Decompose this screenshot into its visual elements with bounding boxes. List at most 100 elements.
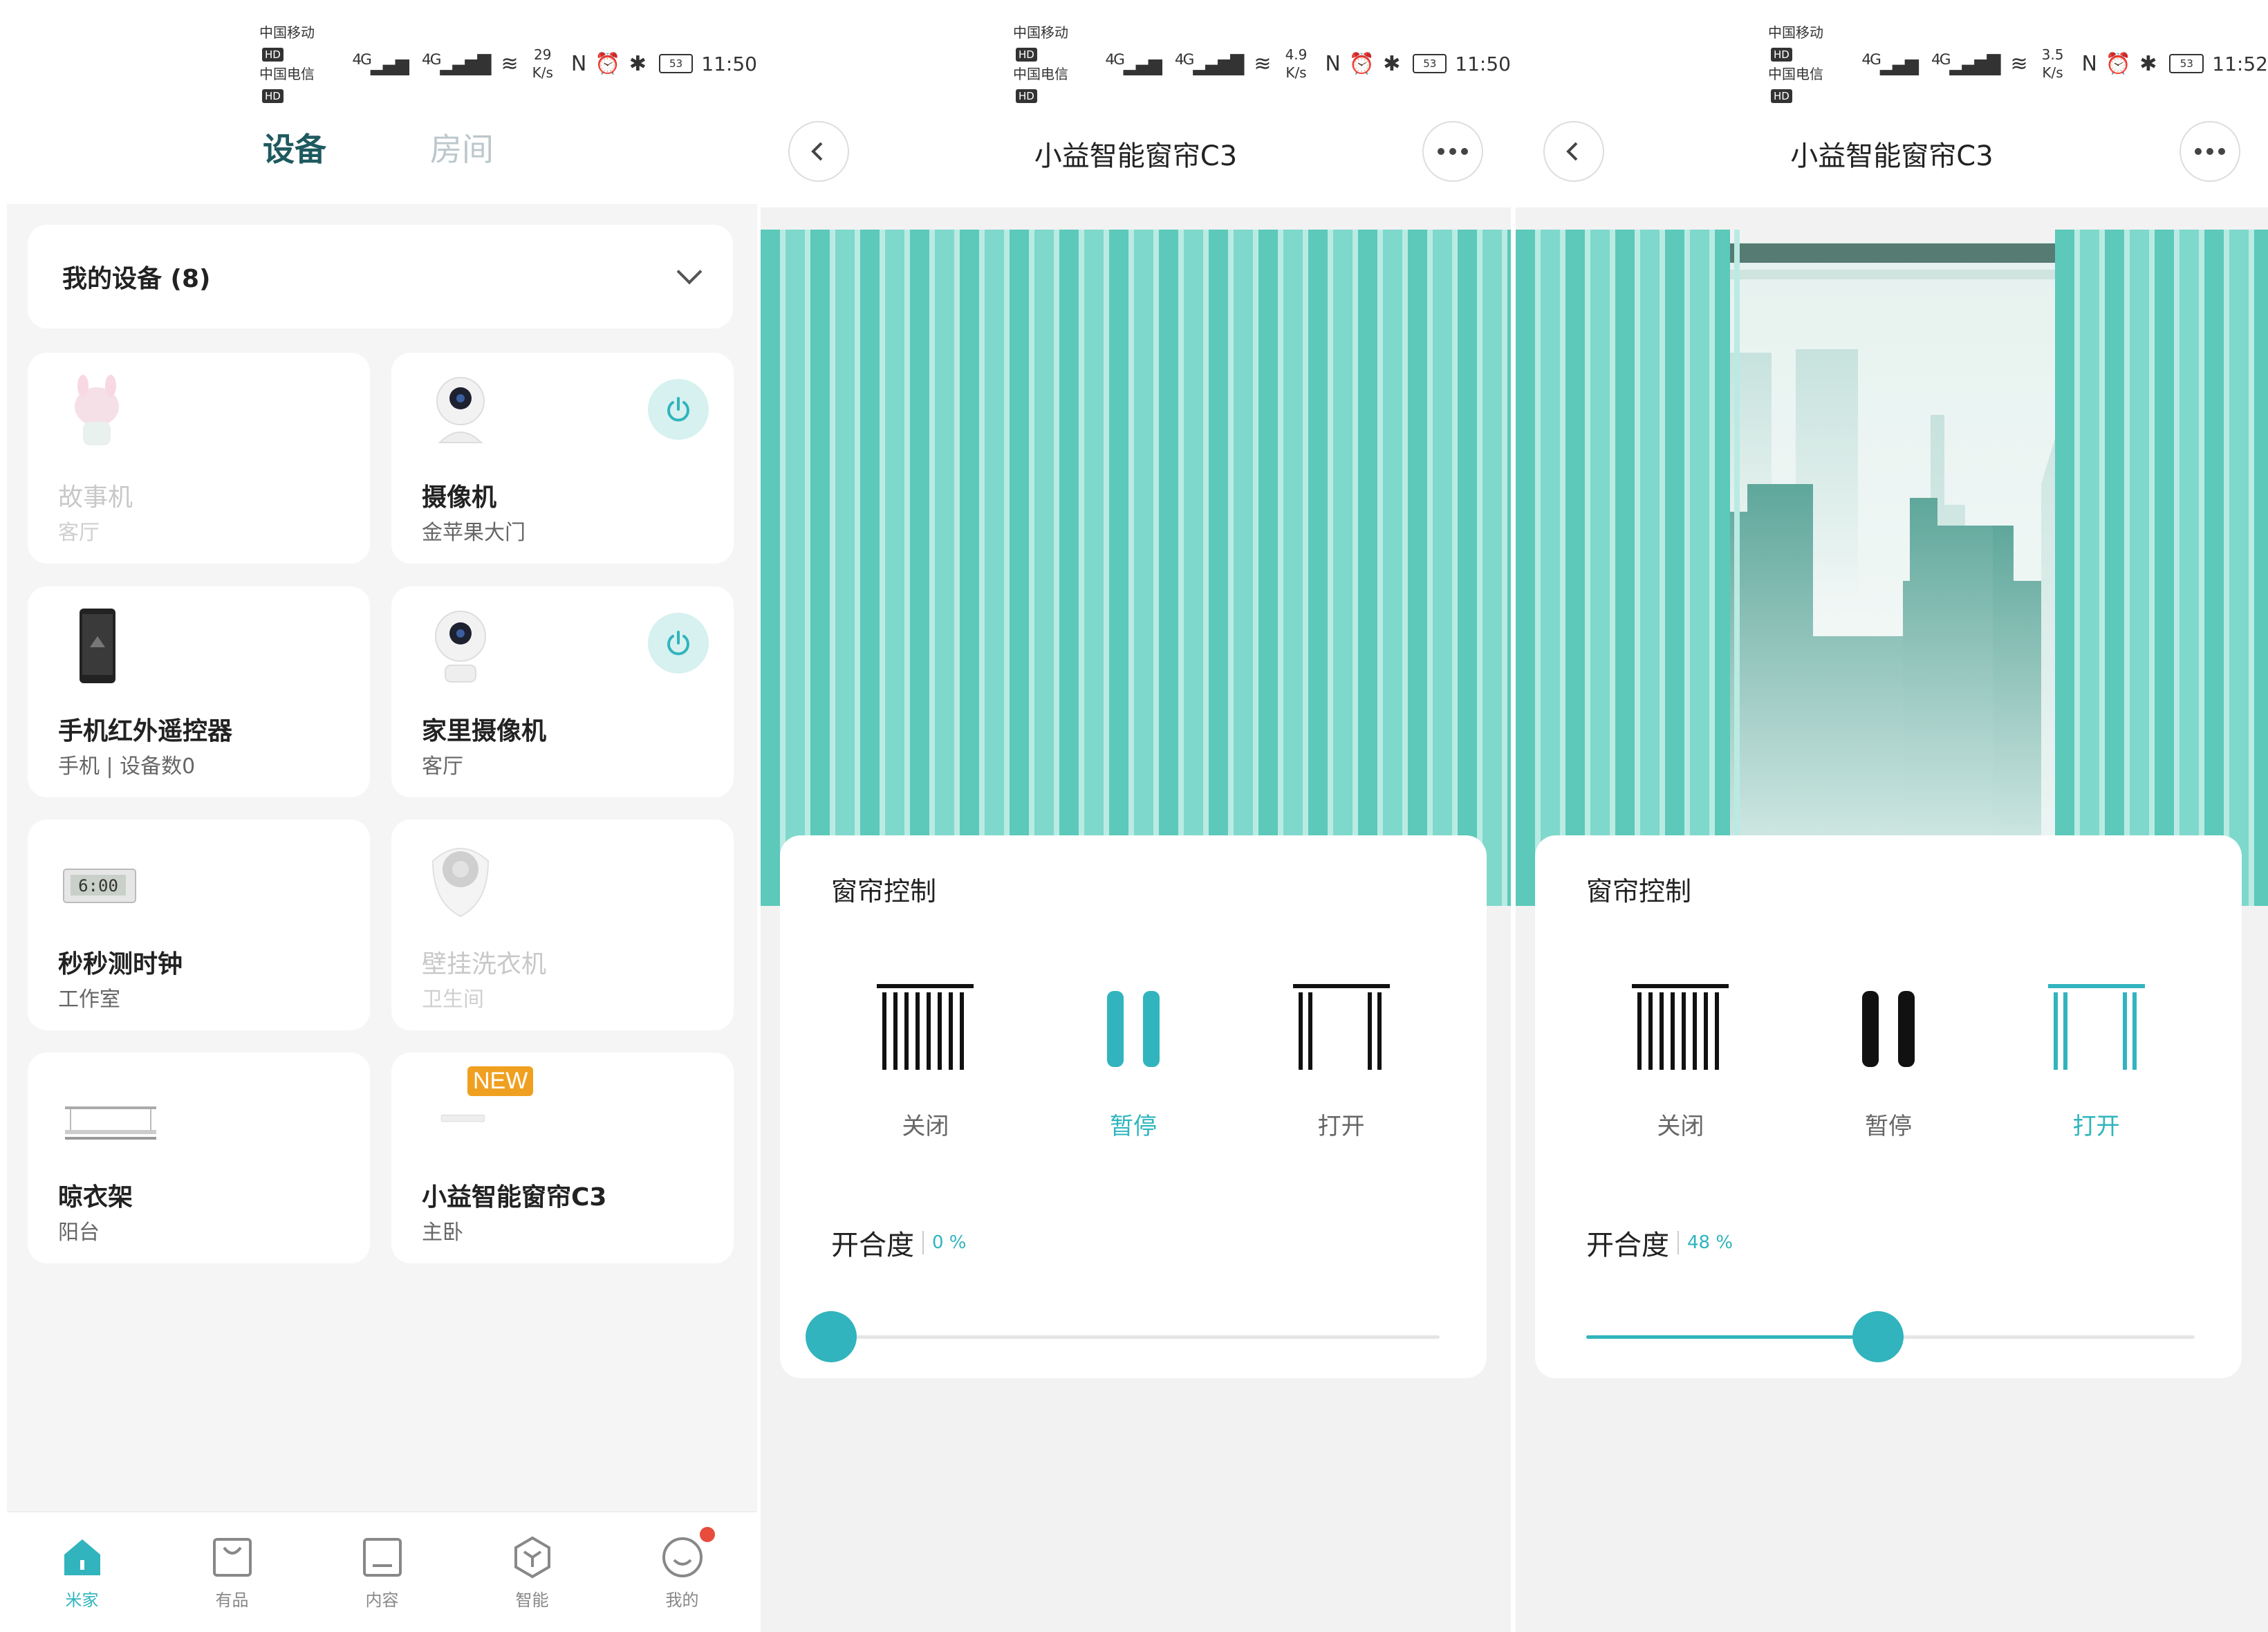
openness-value: 0 % (932, 1232, 967, 1253)
slider-track (831, 1335, 1440, 1339)
signal-icon: 4G▂▄▆ (1105, 51, 1162, 76)
slider-knob[interactable] (1852, 1311, 1904, 1362)
nav-home[interactable]: 米家 (30, 1535, 134, 1611)
openness-label-row: 开合度 0 % (831, 1223, 967, 1263)
curtain-fold (1353, 230, 1358, 906)
curtain-pleat (1565, 230, 1585, 906)
control-title: 窗帘控制 (831, 876, 937, 907)
open-button[interactable]: 打开 (1272, 984, 1411, 1141)
device-card-ir-remote[interactable]: 手机红外遥控器 手机 | 设备数0 (28, 586, 370, 797)
slider-knob[interactable] (806, 1311, 857, 1362)
curtain-pleat (2155, 230, 2174, 906)
curtain-pleat (1184, 230, 1203, 906)
close-button[interactable]: 关闭 (856, 984, 994, 1141)
alarm-icon: ⏰ (1348, 51, 1375, 76)
curtain-fold (1228, 230, 1234, 906)
curtain-fold (1328, 230, 1333, 906)
curtain-fold (1178, 230, 1184, 906)
nav-profile[interactable]: 我的 (631, 1527, 734, 1611)
carrier-1: 中国移动HD (259, 24, 315, 62)
story-machine-icon (75, 375, 119, 445)
device-card-story-machine[interactable]: 故事机 客厅 (28, 353, 370, 564)
power-button[interactable] (648, 379, 709, 440)
power-button[interactable] (648, 613, 709, 674)
device-name: 故事机 (58, 483, 133, 512)
curtain-close-icon (877, 984, 974, 1070)
curtain-fold (2174, 230, 2179, 906)
bluetooth-icon: ✱ (629, 51, 647, 76)
page-title: 小益智能窗帘C3 (1034, 140, 1238, 172)
battery-icon: 53 (2169, 54, 2204, 73)
status-bar: 中国移动HD 中国电信HD 4G▂▄▆ 4G▂▄▆█ ≋ 4.9 K/s N ⏰ … (1013, 24, 1511, 103)
device-name: 小益智能窗帘C3 (422, 1183, 607, 1212)
more-button[interactable] (2179, 121, 2240, 182)
curtain-pleat (1059, 230, 1079, 906)
header-bar: 小益智能窗帘C3 (788, 121, 1483, 183)
nav-smart[interactable]: 智能 (481, 1535, 584, 1611)
device-room: 阳台 (58, 1221, 100, 1245)
curtain-fold (1452, 230, 1458, 906)
device-card-home-camera[interactable]: 家里摄像机 客厅 (391, 586, 734, 797)
wifi-icon: ≋ (1254, 51, 1272, 76)
close-button[interactable]: 关闭 (1611, 984, 1749, 1141)
control-buttons: 关闭 暂停 打开 (780, 984, 1487, 1141)
curtain-pleat (910, 230, 929, 906)
device-room: 客厅 (422, 754, 463, 779)
device-name: 晾衣架 (58, 1183, 133, 1212)
device-room: 卫生间 (422, 987, 484, 1012)
alarm-icon: ⏰ (2105, 51, 2132, 76)
clock-time: 11:50 (701, 52, 757, 75)
top-tabs: 设备 房间 (263, 124, 494, 170)
openness-slider[interactable] (1586, 1311, 2195, 1362)
curtain-pleat (1690, 230, 1709, 906)
device-name: 手机红外遥控器 (58, 717, 233, 745)
curtain-fold (780, 230, 786, 906)
clock-time: 11:52 (2212, 52, 2268, 75)
pause-button[interactable]: 暂停 (1819, 984, 1958, 1141)
new-badge: NEW (467, 1066, 534, 1096)
device-card-curtain[interactable]: NEW 小益智能窗帘C3 主卧 (391, 1053, 734, 1263)
battery-icon: 53 (1413, 54, 1447, 73)
my-devices-dropdown[interactable]: 我的设备 (8) (28, 225, 733, 328)
bottom-navigation: 米家 有品 内容 智能 我的 (7, 1511, 757, 1632)
device-card-washer[interactable]: 壁挂洗衣机 卫生间 (391, 819, 734, 1030)
nav-youpin[interactable]: 有品 (180, 1535, 284, 1611)
curtain-pleat (835, 230, 855, 906)
window-city-scene (1730, 242, 2083, 871)
curtain-illustration (1516, 207, 2268, 906)
curtain-pleat (1333, 230, 1353, 906)
pause-button[interactable]: 暂停 (1064, 984, 1202, 1141)
curtain-pleat (1383, 230, 1402, 906)
open-button[interactable]: 打开 (2027, 984, 2166, 1141)
curtain-pleat (2229, 230, 2249, 906)
openness-slider[interactable] (806, 1311, 1440, 1362)
page-title: 小益智能窗帘C3 (1790, 140, 1993, 172)
curtain-pleat (1034, 230, 1054, 906)
tab-rooms[interactable]: 房间 (430, 124, 494, 170)
phone-remote-icon (80, 609, 115, 683)
curtain-control-card: 窗帘控制 关闭 暂停 (1535, 835, 2242, 1378)
device-room: 主卧 (422, 1221, 463, 1245)
curtain-pleat (1283, 230, 1303, 906)
pause-icon (1861, 991, 1915, 1067)
power-icon (667, 397, 689, 422)
close-label: 关闭 (902, 1113, 949, 1140)
nav-content[interactable]: 内容 (331, 1535, 434, 1611)
curtain-pleat (1408, 230, 1427, 906)
curtain-pleat (1541, 230, 1560, 906)
tab-devices[interactable]: 设备 (263, 124, 326, 170)
signal-icon: 4G▂▄▆█ (1931, 51, 2001, 76)
device-card-drying-rack[interactable]: 晾衣架 阳台 (28, 1053, 370, 1263)
curtain-pleat (786, 230, 805, 906)
device-card-camera[interactable]: 摄像机 金苹果大门 (391, 353, 734, 564)
curtain-pleat (1590, 230, 1610, 906)
control-buttons: 关闭 暂停 打开 (1535, 984, 2242, 1141)
carrier-2: 中国电信HD (1768, 66, 1823, 103)
device-name: 家里摄像机 (422, 717, 547, 745)
curtain-pleat (2130, 230, 2149, 906)
more-button[interactable] (1422, 121, 1483, 182)
curtain-pleat (1640, 230, 1660, 906)
nav-label: 内容 (365, 1591, 399, 1610)
device-card-clock[interactable]: 6:00 秒秒测时钟 工作室 (28, 819, 370, 1030)
curtain-pleat (2055, 230, 2074, 906)
